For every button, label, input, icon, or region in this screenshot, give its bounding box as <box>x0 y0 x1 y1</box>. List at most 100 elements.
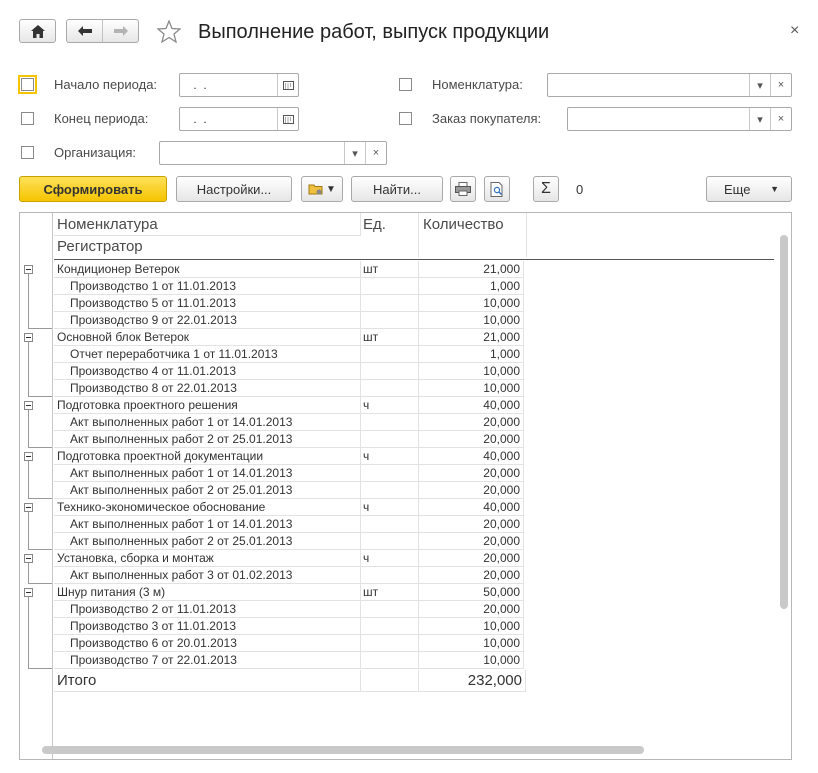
registrar-name-cell: Акт выполненных работ 1 от 14.01.2013 <box>54 465 361 482</box>
calendar-icon <box>282 80 294 90</box>
settings-button[interactable]: Настройки... <box>176 176 292 202</box>
customer-order-dropdown-button[interactable]: ▾ <box>749 108 770 130</box>
group-unit: шт <box>363 585 379 599</box>
nomenclature-field[interactable]: ▾ × <box>547 73 792 97</box>
registrar-name-cell: Акт выполненных работ 2 от 25.01.2013 <box>54 533 361 550</box>
registrar-qty-cell: 10,000 <box>418 652 524 669</box>
registrar-qty-cell: 20,000 <box>418 516 524 533</box>
registrar-name: Акт выполненных работ 2 от 25.01.2013 <box>70 534 293 548</box>
group-name-cell: Технико-экономическое обоснование <box>54 499 361 516</box>
registrar-unit-cell <box>360 635 419 652</box>
vertical-scrollbar[interactable] <box>780 235 788 609</box>
collapse-icon[interactable] <box>24 333 33 342</box>
period-end-checkbox[interactable] <box>21 112 34 125</box>
collapse-icon[interactable] <box>24 401 33 410</box>
registrar-qty-cell: 20,000 <box>418 431 524 448</box>
tree-gutter <box>52 213 53 759</box>
customer-order-checkbox[interactable] <box>399 112 412 125</box>
report-spreadsheet[interactable]: Номенклатура Ед. Количество Регистратор … <box>19 212 792 760</box>
registrar-qty: 10,000 <box>483 313 520 327</box>
group-name-cell: Установка, сборка и монтаж <box>54 550 361 567</box>
registrar-name-cell: Производство 2 от 11.01.2013 <box>54 601 361 618</box>
registrar-name-cell: Производство 5 от 11.01.2013 <box>54 295 361 312</box>
organization-dropdown-button[interactable]: ▾ <box>344 142 365 164</box>
customer-order-field[interactable]: ▾ × <box>567 107 792 131</box>
registrar-name-cell: Отчет переработчика 1 от 11.01.2013 <box>54 346 361 363</box>
group-qty: 40,000 <box>483 500 520 514</box>
star-icon[interactable] <box>157 20 181 43</box>
horizontal-scrollbar[interactable] <box>42 746 644 754</box>
registrar-qty: 10,000 <box>483 296 520 310</box>
registrar-unit-cell <box>360 295 419 312</box>
group-unit: ч <box>363 551 370 565</box>
header-registrar: Регистратор <box>54 235 419 257</box>
registrar-qty: 10,000 <box>483 381 520 395</box>
registrar-name-cell: Акт выполненных работ 2 от 25.01.2013 <box>54 431 361 448</box>
registrar-qty: 20,000 <box>483 517 520 531</box>
registrar-unit-cell <box>360 380 419 397</box>
preview-button[interactable] <box>484 176 510 202</box>
nomenclature-dropdown-button[interactable]: ▾ <box>749 74 770 96</box>
registrar-unit-cell <box>360 278 419 295</box>
registrar-unit-cell <box>360 652 419 669</box>
group-name: Технико-экономическое обоснование <box>57 500 266 514</box>
nomenclature-checkbox[interactable] <box>399 78 412 91</box>
print-button[interactable] <box>450 176 476 202</box>
collapse-icon[interactable] <box>24 503 33 512</box>
period-start-checkbox[interactable] <box>18 75 37 94</box>
find-button[interactable]: Найти... <box>351 176 443 202</box>
collapse-icon[interactable] <box>24 452 33 461</box>
generate-button[interactable]: Сформировать <box>19 176 167 202</box>
dropdown-arrow-icon: ▼ <box>770 184 779 194</box>
registrar-unit-cell <box>360 601 419 618</box>
customer-order-clear-button[interactable]: × <box>770 108 791 130</box>
back-button[interactable] <box>67 20 103 42</box>
registrar-unit-cell <box>360 346 419 363</box>
customer-order-label: Заказ покупателя: <box>432 111 542 126</box>
print-icon <box>455 182 471 196</box>
collapse-icon[interactable] <box>24 265 33 274</box>
group-qty-cell: 21,000 <box>418 329 524 346</box>
tree-line <box>28 512 29 549</box>
home-button[interactable] <box>19 19 56 43</box>
registrar-qty-cell: 20,000 <box>418 465 524 482</box>
sum-button[interactable]: Σ <box>533 176 559 202</box>
total-row: Итого 232,000 <box>54 670 526 692</box>
registrar-name: Акт выполненных работ 1 от 14.01.2013 <box>70 517 293 531</box>
total-label: Итого <box>57 672 97 689</box>
nomenclature-clear-button[interactable]: × <box>770 74 791 96</box>
forward-button[interactable] <box>103 20 138 42</box>
collapse-icon[interactable] <box>24 554 33 563</box>
more-button[interactable]: Еще ▼ <box>706 176 792 202</box>
group-name: Основной блок Ветерок <box>57 330 189 344</box>
organization-checkbox[interactable] <box>21 146 34 159</box>
group-unit: ч <box>363 449 370 463</box>
variants-button[interactable]: ▼ <box>301 176 343 202</box>
group-qty: 20,000 <box>483 551 520 565</box>
period-start-field[interactable]: . . <box>179 73 299 97</box>
registrar-unit-cell <box>360 414 419 431</box>
collapse-icon[interactable] <box>24 588 33 597</box>
total-qty: 232,000 <box>467 672 522 689</box>
registrar-qty-cell: 10,000 <box>418 312 524 329</box>
registrar-name: Производство 2 от 11.01.2013 <box>70 602 236 616</box>
tree-line <box>28 342 29 396</box>
period-end-field[interactable]: . . <box>179 107 299 131</box>
organization-field[interactable]: ▾ × <box>159 141 387 165</box>
close-icon[interactable]: × <box>790 22 799 40</box>
period-start-calendar-button[interactable] <box>277 74 298 96</box>
group-unit-cell: шт <box>360 584 419 601</box>
group-name-cell: Шнур питания (3 м) <box>54 584 361 601</box>
period-end-calendar-button[interactable] <box>277 108 298 130</box>
registrar-name: Производство 8 от 22.01.2013 <box>70 381 237 395</box>
group-qty-cell: 21,000 <box>418 261 524 278</box>
registrar-unit-cell <box>360 482 419 499</box>
registrar-name: Производство 5 от 11.01.2013 <box>70 296 236 310</box>
registrar-qty-cell: 20,000 <box>418 601 524 618</box>
nav-group <box>66 19 139 43</box>
registrar-name: Производство 3 от 11.01.2013 <box>70 619 236 633</box>
organization-clear-button[interactable]: × <box>365 142 386 164</box>
registrar-name: Акт выполненных работ 1 от 14.01.2013 <box>70 466 293 480</box>
registrar-qty: 20,000 <box>483 483 520 497</box>
registrar-unit-cell <box>360 516 419 533</box>
